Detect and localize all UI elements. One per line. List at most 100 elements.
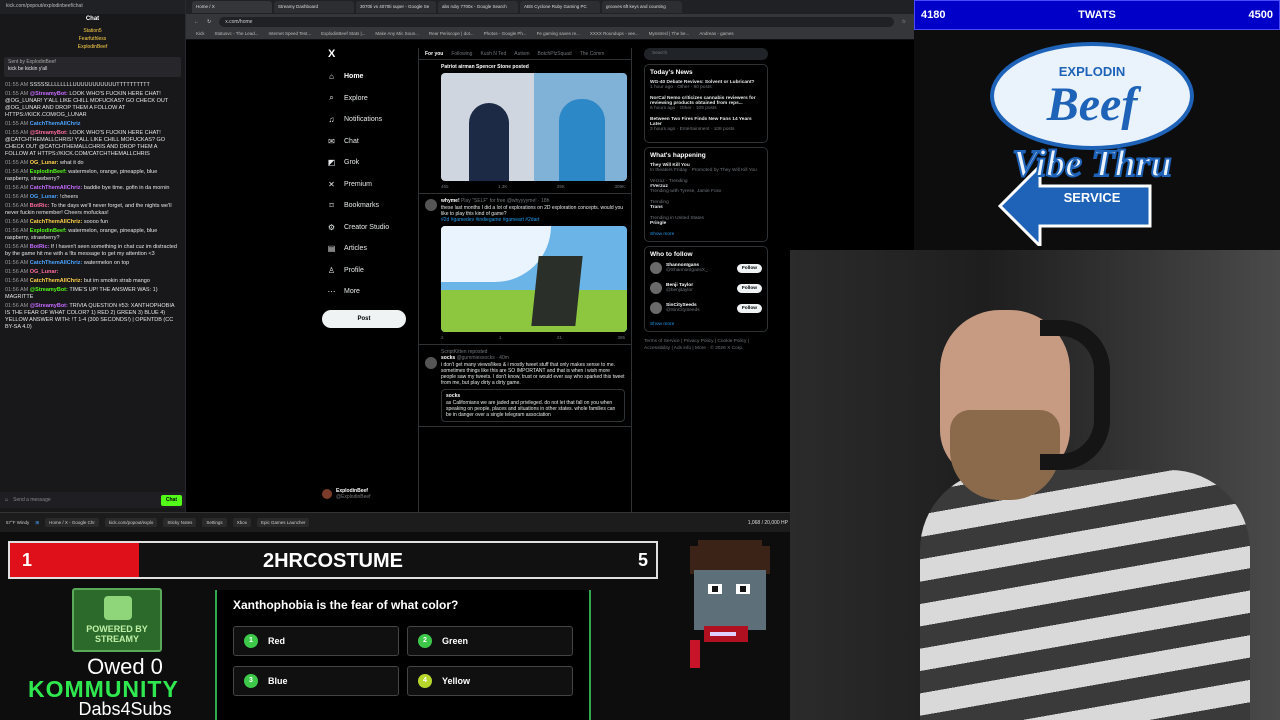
avatar[interactable] (650, 302, 662, 314)
tab-following[interactable]: Following (451, 51, 472, 57)
follow-name-block[interactable]: ShannonIgans @ShannonIgansX_ (666, 263, 733, 273)
chat-username[interactable]: @StreamyBot: (30, 303, 70, 309)
chat-username[interactable]: OG_Lunar: (30, 269, 59, 275)
show-more-link[interactable]: Show more (650, 322, 762, 327)
follow-name-block[interactable]: Benji Taylor @benjitaylor (666, 283, 733, 293)
follow-button[interactable]: Follow (736, 283, 762, 293)
chat-username[interactable]: @StreamyBot: (30, 287, 70, 293)
post-author[interactable]: socks (441, 355, 455, 361)
tab-list[interactable]: BotchPlzSquad (538, 51, 572, 57)
view-count[interactable]: 309K (614, 184, 625, 189)
chat-username[interactable]: BotRic: (30, 244, 51, 250)
chat-username[interactable]: CatchThemAllChriz: (30, 219, 84, 225)
legal-links[interactable]: Terms of Service | Privacy Policy | Cook… (644, 338, 768, 352)
view-count[interactable]: 395 (617, 335, 625, 340)
reply-count[interactable]: 2 (441, 335, 444, 340)
avatar[interactable] (425, 357, 437, 369)
tab-list[interactable]: Autism (514, 51, 529, 57)
bookmark-item[interactable]: XXXX Roundups - vee... (590, 31, 639, 38)
chat-username[interactable]: CatchThemAllChriz: (30, 278, 84, 284)
quote-post[interactable]: socks as Californians we are jaded and p… (441, 389, 625, 422)
nav-item-bookmarks[interactable]: ⌑ Bookmarks (322, 195, 418, 217)
chat-username[interactable]: ExplodinBeef: (30, 169, 69, 175)
chat-username[interactable]: CatchThemAllChriz: (30, 185, 84, 191)
tab-list[interactable]: Kush N Ted (480, 51, 506, 57)
tab-for-you[interactable]: For you (425, 51, 443, 57)
browser-tab[interactable]: Home / X (192, 1, 272, 13)
start-icon[interactable]: ⊞ (35, 520, 39, 526)
repost-count[interactable]: 1.3K (498, 184, 507, 189)
nav-item-profile[interactable]: ♙ Profile (322, 260, 418, 282)
trend-item[interactable]: Verzuz · Trending #Verzuz Trending with Ty… (650, 179, 762, 194)
show-more-link[interactable]: Show more (650, 232, 762, 237)
nav-item-articles[interactable]: ▤ Articles (322, 238, 418, 260)
nav-item-premium[interactable]: ✕ Premium (322, 174, 418, 196)
avatar[interactable] (650, 262, 662, 274)
trend-item[interactable]: They Will Kill You In theaters Friday · P… (650, 163, 762, 173)
nav-item-chat[interactable]: ✉ Chat (322, 131, 418, 153)
taskbar-app[interactable]: Home / X - Google Chr (45, 518, 99, 527)
chat-username[interactable]: BotRic: (30, 203, 51, 209)
taskbar-app[interactable]: kick.com/popout/explo (104, 518, 158, 527)
nav-item-notifications[interactable]: ♫ Notifications (322, 109, 418, 131)
avatar[interactable] (425, 199, 437, 211)
post-author[interactable]: whyme! (441, 198, 460, 204)
leaderboard-entry[interactable]: Station5 (83, 28, 101, 35)
browser-tab[interactable]: abs ruby 7700x - Google Search (438, 1, 518, 13)
bookmark-item[interactable]: Rear Periscope | dot... (429, 31, 474, 38)
pinned-message[interactable]: Sent by ExplodinBeef kick be kickin y'al… (4, 57, 181, 77)
post[interactable]: ScriptKitten reposted socks @gummiessock… (419, 345, 631, 427)
bookmark-item[interactable]: Fe gaming saves re... (537, 31, 580, 38)
nav-item-grok[interactable]: ◩ Grok (322, 152, 418, 174)
account-switcher[interactable]: ExplodinBeef @ExplodinBeef (322, 488, 371, 500)
news-item[interactable]: WG-40 Debate Revives: Solvent or Lubrica… (650, 80, 762, 90)
chat-username[interactable]: CatchThemAllChriz (30, 121, 81, 127)
taskbar-app[interactable]: Sticky Notes (163, 518, 197, 527)
follow-name-block[interactable]: SinCitySeeds @SinCitySeeds (666, 303, 733, 313)
send-message-input[interactable]: Send a message (13, 497, 51, 504)
like-count[interactable]: 25K (557, 184, 565, 189)
chat-username[interactable]: OG_Lunar: (30, 160, 60, 166)
chat-username[interactable]: OG_Lunar: (30, 194, 60, 200)
nav-item-home[interactable]: ⌂ Home (322, 66, 418, 88)
chat-username[interactable]: @StreamyBot: (30, 91, 70, 97)
back-icon[interactable]: ← (194, 19, 199, 25)
post-hashtags[interactable]: #2d #gamedev #indiegame #gameart #2dart (441, 217, 625, 223)
repost-count[interactable]: 1 (499, 335, 502, 340)
leaderboard-entry[interactable]: Fearfuthless (79, 36, 107, 43)
follow-button[interactable]: Follow (736, 263, 762, 273)
chat-send-button[interactable]: Chat (160, 494, 182, 506)
taskbar-app[interactable]: Settings (202, 518, 227, 527)
post[interactable]: Patriot airman Spencer Stone posted 465 … (419, 60, 631, 194)
reload-icon[interactable]: ↻ (207, 19, 211, 25)
x-logo[interactable]: X (328, 48, 418, 60)
bookmark-item[interactable]: Kick (196, 31, 205, 38)
post-button[interactable]: Post (322, 309, 406, 328)
search-input[interactable]: Search (644, 48, 768, 60)
browser-tab[interactable]: Streamy Dashboard (274, 1, 354, 13)
nav-item-explore[interactable]: ⌕ Explore (322, 88, 418, 110)
browser-tab[interactable]: grooves 6ft keys and counting (602, 1, 682, 13)
like-count[interactable]: 21 (557, 335, 562, 340)
nav-item-more[interactable]: ⋯ More (322, 281, 418, 303)
post-image[interactable] (441, 73, 627, 181)
follow-button[interactable]: Follow (736, 303, 762, 313)
reply-count[interactable]: 465 (441, 184, 449, 189)
trend-item[interactable]: Trending in United States Pringle (650, 216, 762, 226)
bookmark-item[interactable]: Photos - Google Ph... (484, 31, 527, 38)
chat-username[interactable]: @StreamyBot: (30, 130, 70, 136)
taskbar-app[interactable]: Epic Games Launcher (256, 518, 310, 527)
post[interactable]: whyme! Play "SELF" for free @whyyyyme! ·… (419, 194, 631, 345)
emote-icon[interactable]: ☺ (4, 497, 9, 504)
news-item[interactable]: NorCal Nemo criticizes cannabis reviewer… (650, 96, 762, 111)
bookmark-item[interactable]: Statusvc - The Lead... (215, 31, 259, 38)
nav-item-creator-studio[interactable]: ⚙ Creator Studio (322, 217, 418, 239)
tab-list[interactable]: The Comm (580, 51, 605, 57)
trend-item[interactable]: Trending Trans (650, 200, 762, 210)
weather-widget[interactable]: 57°F Windy (6, 520, 29, 525)
address-bar[interactable]: x.com/home (219, 17, 894, 27)
avatar[interactable] (650, 282, 662, 294)
bookmark-item[interactable]: ExplodinBeef Stats |... (321, 31, 365, 38)
post-image[interactable] (441, 226, 627, 332)
bookmark-item[interactable]: Mynstrecl | The be... (649, 31, 690, 38)
